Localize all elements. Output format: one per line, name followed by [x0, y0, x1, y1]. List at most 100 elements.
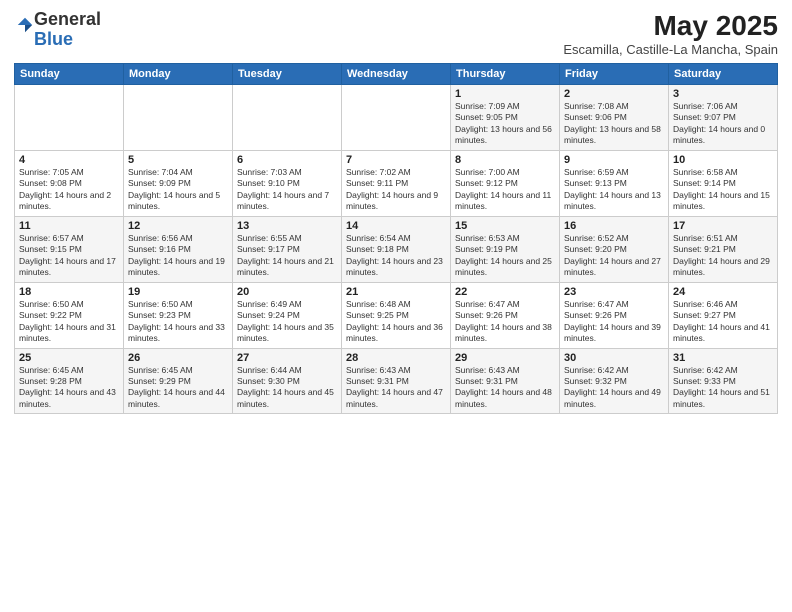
- calendar-cell: 5Sunrise: 7:04 AM Sunset: 9:09 PM Daylig…: [124, 150, 233, 216]
- logo: General Blue: [14, 10, 101, 50]
- calendar-cell: 1Sunrise: 7:09 AM Sunset: 9:05 PM Daylig…: [451, 85, 560, 151]
- day-number: 31: [673, 352, 773, 364]
- day-info: Sunrise: 6:57 AM Sunset: 9:15 PM Dayligh…: [19, 233, 119, 279]
- day-info: Sunrise: 6:42 AM Sunset: 9:32 PM Dayligh…: [564, 365, 664, 411]
- calendar-week-3: 11Sunrise: 6:57 AM Sunset: 9:15 PM Dayli…: [15, 216, 778, 282]
- day-number: 10: [673, 154, 773, 166]
- day-info: Sunrise: 7:09 AM Sunset: 9:05 PM Dayligh…: [455, 101, 555, 147]
- calendar-cell: 12Sunrise: 6:56 AM Sunset: 9:16 PM Dayli…: [124, 216, 233, 282]
- logo-general-text: General: [34, 9, 101, 29]
- day-number: 3: [673, 88, 773, 100]
- day-number: 22: [455, 286, 555, 298]
- calendar-week-4: 18Sunrise: 6:50 AM Sunset: 9:22 PM Dayli…: [15, 282, 778, 348]
- day-info: Sunrise: 6:45 AM Sunset: 9:29 PM Dayligh…: [128, 365, 228, 411]
- day-number: 19: [128, 286, 228, 298]
- calendar-cell: 11Sunrise: 6:57 AM Sunset: 9:15 PM Dayli…: [15, 216, 124, 282]
- day-info: Sunrise: 7:02 AM Sunset: 9:11 PM Dayligh…: [346, 167, 446, 213]
- weekday-header-sunday: Sunday: [15, 64, 124, 85]
- day-number: 4: [19, 154, 119, 166]
- day-info: Sunrise: 6:49 AM Sunset: 9:24 PM Dayligh…: [237, 299, 337, 345]
- calendar-cell: 21Sunrise: 6:48 AM Sunset: 9:25 PM Dayli…: [342, 282, 451, 348]
- day-info: Sunrise: 6:43 AM Sunset: 9:31 PM Dayligh…: [455, 365, 555, 411]
- calendar-cell: 3Sunrise: 7:06 AM Sunset: 9:07 PM Daylig…: [669, 85, 778, 151]
- day-info: Sunrise: 6:42 AM Sunset: 9:33 PM Dayligh…: [673, 365, 773, 411]
- calendar-cell: 31Sunrise: 6:42 AM Sunset: 9:33 PM Dayli…: [669, 348, 778, 414]
- day-number: 13: [237, 220, 337, 232]
- day-info: Sunrise: 6:47 AM Sunset: 9:26 PM Dayligh…: [564, 299, 664, 345]
- day-info: Sunrise: 6:55 AM Sunset: 9:17 PM Dayligh…: [237, 233, 337, 279]
- day-number: 1: [455, 88, 555, 100]
- weekday-header-friday: Friday: [560, 64, 669, 85]
- calendar-cell: 27Sunrise: 6:44 AM Sunset: 9:30 PM Dayli…: [233, 348, 342, 414]
- day-number: 14: [346, 220, 446, 232]
- day-number: 9: [564, 154, 664, 166]
- day-number: 28: [346, 352, 446, 364]
- day-number: 24: [673, 286, 773, 298]
- day-info: Sunrise: 7:08 AM Sunset: 9:06 PM Dayligh…: [564, 101, 664, 147]
- day-info: Sunrise: 6:51 AM Sunset: 9:21 PM Dayligh…: [673, 233, 773, 279]
- day-number: 18: [19, 286, 119, 298]
- calendar-cell: 6Sunrise: 7:03 AM Sunset: 9:10 PM Daylig…: [233, 150, 342, 216]
- day-number: 16: [564, 220, 664, 232]
- day-info: Sunrise: 6:59 AM Sunset: 9:13 PM Dayligh…: [564, 167, 664, 213]
- calendar: SundayMondayTuesdayWednesdayThursdayFrid…: [14, 63, 778, 414]
- day-info: Sunrise: 6:48 AM Sunset: 9:25 PM Dayligh…: [346, 299, 446, 345]
- calendar-cell: [15, 85, 124, 151]
- calendar-cell: 9Sunrise: 6:59 AM Sunset: 9:13 PM Daylig…: [560, 150, 669, 216]
- calendar-cell: 15Sunrise: 6:53 AM Sunset: 9:19 PM Dayli…: [451, 216, 560, 282]
- day-number: 25: [19, 352, 119, 364]
- calendar-cell: 23Sunrise: 6:47 AM Sunset: 9:26 PM Dayli…: [560, 282, 669, 348]
- calendar-cell: 19Sunrise: 6:50 AM Sunset: 9:23 PM Dayli…: [124, 282, 233, 348]
- calendar-cell: [124, 85, 233, 151]
- day-number: 6: [237, 154, 337, 166]
- day-number: 15: [455, 220, 555, 232]
- calendar-cell: 14Sunrise: 6:54 AM Sunset: 9:18 PM Dayli…: [342, 216, 451, 282]
- calendar-cell: 30Sunrise: 6:42 AM Sunset: 9:32 PM Dayli…: [560, 348, 669, 414]
- day-number: 12: [128, 220, 228, 232]
- calendar-cell: 4Sunrise: 7:05 AM Sunset: 9:08 PM Daylig…: [15, 150, 124, 216]
- calendar-cell: [342, 85, 451, 151]
- calendar-week-2: 4Sunrise: 7:05 AM Sunset: 9:08 PM Daylig…: [15, 150, 778, 216]
- page: General Blue May 2025 Escamilla, Castill…: [0, 0, 792, 612]
- calendar-cell: 7Sunrise: 7:02 AM Sunset: 9:11 PM Daylig…: [342, 150, 451, 216]
- day-info: Sunrise: 6:45 AM Sunset: 9:28 PM Dayligh…: [19, 365, 119, 411]
- header: General Blue May 2025 Escamilla, Castill…: [14, 10, 778, 57]
- calendar-cell: 2Sunrise: 7:08 AM Sunset: 9:06 PM Daylig…: [560, 85, 669, 151]
- day-info: Sunrise: 6:43 AM Sunset: 9:31 PM Dayligh…: [346, 365, 446, 411]
- day-number: 26: [128, 352, 228, 364]
- calendar-cell: 20Sunrise: 6:49 AM Sunset: 9:24 PM Dayli…: [233, 282, 342, 348]
- calendar-cell: 17Sunrise: 6:51 AM Sunset: 9:21 PM Dayli…: [669, 216, 778, 282]
- day-number: 30: [564, 352, 664, 364]
- calendar-cell: 29Sunrise: 6:43 AM Sunset: 9:31 PM Dayli…: [451, 348, 560, 414]
- day-info: Sunrise: 6:50 AM Sunset: 9:22 PM Dayligh…: [19, 299, 119, 345]
- day-info: Sunrise: 6:46 AM Sunset: 9:27 PM Dayligh…: [673, 299, 773, 345]
- day-info: Sunrise: 7:04 AM Sunset: 9:09 PM Dayligh…: [128, 167, 228, 213]
- calendar-cell: 22Sunrise: 6:47 AM Sunset: 9:26 PM Dayli…: [451, 282, 560, 348]
- calendar-cell: 28Sunrise: 6:43 AM Sunset: 9:31 PM Dayli…: [342, 348, 451, 414]
- calendar-header-row: SundayMondayTuesdayWednesdayThursdayFrid…: [15, 64, 778, 85]
- day-info: Sunrise: 6:52 AM Sunset: 9:20 PM Dayligh…: [564, 233, 664, 279]
- logo-blue-text: Blue: [34, 29, 73, 49]
- day-info: Sunrise: 7:06 AM Sunset: 9:07 PM Dayligh…: [673, 101, 773, 147]
- day-number: 29: [455, 352, 555, 364]
- day-number: 7: [346, 154, 446, 166]
- day-number: 8: [455, 154, 555, 166]
- weekday-header-wednesday: Wednesday: [342, 64, 451, 85]
- calendar-cell: 26Sunrise: 6:45 AM Sunset: 9:29 PM Dayli…: [124, 348, 233, 414]
- day-number: 23: [564, 286, 664, 298]
- day-info: Sunrise: 7:03 AM Sunset: 9:10 PM Dayligh…: [237, 167, 337, 213]
- day-info: Sunrise: 6:54 AM Sunset: 9:18 PM Dayligh…: [346, 233, 446, 279]
- day-number: 11: [19, 220, 119, 232]
- day-info: Sunrise: 6:47 AM Sunset: 9:26 PM Dayligh…: [455, 299, 555, 345]
- day-number: 21: [346, 286, 446, 298]
- day-info: Sunrise: 6:58 AM Sunset: 9:14 PM Dayligh…: [673, 167, 773, 213]
- day-info: Sunrise: 7:05 AM Sunset: 9:08 PM Dayligh…: [19, 167, 119, 213]
- calendar-week-1: 1Sunrise: 7:09 AM Sunset: 9:05 PM Daylig…: [15, 85, 778, 151]
- day-info: Sunrise: 6:56 AM Sunset: 9:16 PM Dayligh…: [128, 233, 228, 279]
- calendar-week-5: 25Sunrise: 6:45 AM Sunset: 9:28 PM Dayli…: [15, 348, 778, 414]
- day-number: 17: [673, 220, 773, 232]
- calendar-cell: 10Sunrise: 6:58 AM Sunset: 9:14 PM Dayli…: [669, 150, 778, 216]
- logo-icon: [16, 16, 34, 34]
- weekday-header-thursday: Thursday: [451, 64, 560, 85]
- day-info: Sunrise: 6:44 AM Sunset: 9:30 PM Dayligh…: [237, 365, 337, 411]
